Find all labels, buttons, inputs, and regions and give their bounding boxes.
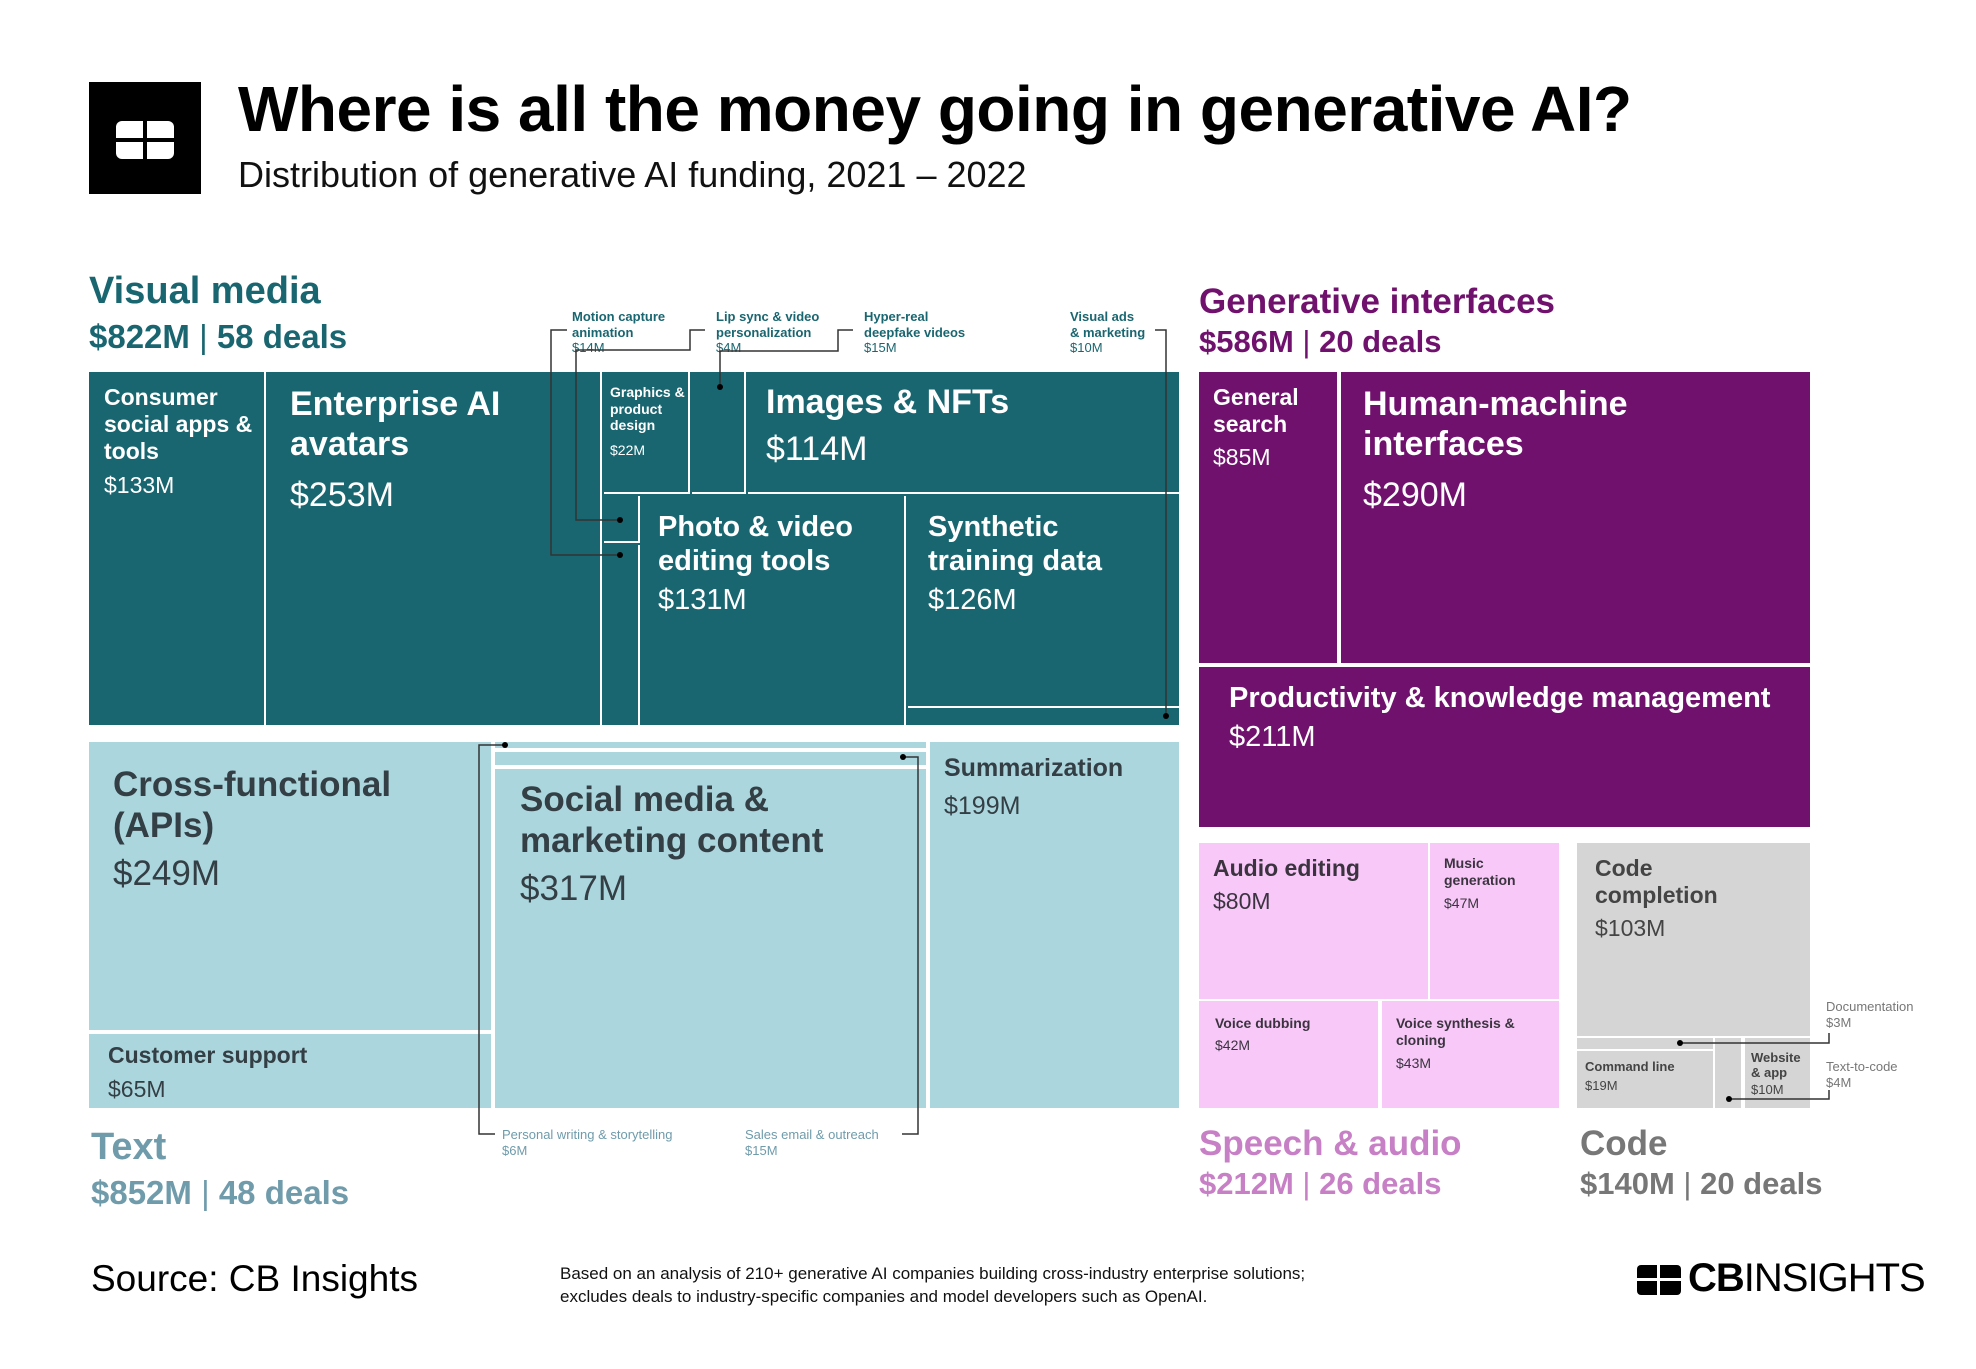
callout-deepfake: Hyper-real deepfake videos $15M [864,309,966,356]
callout-visual-ads: Visual ads & marketing $10M [1070,309,1146,356]
group-total: $852M [91,1174,192,1211]
brand-insights: INSIGHTS [1743,1256,1926,1300]
methodology-note: Based on an analysis of 210+ generative … [560,1264,1306,1306]
tile-text-to-code[interactable] [1715,1038,1743,1108]
tile-hyper-real-deepfake[interactable] [604,496,640,543]
group-deals: 26 deals [1319,1166,1442,1201]
group-stats-speech-audio: $212M | 26 deals [1199,1166,1442,1201]
tile-documentation[interactable] [1577,1038,1715,1051]
group-stats-text: $852M | 48 deals [91,1174,350,1211]
group-deals: 20 deals [1700,1166,1823,1201]
tile-visual-ads-marketing[interactable] [908,710,1179,725]
group-total: $140M [1580,1166,1675,1201]
tile-photo-video-editing[interactable]: Photo & video editing tools $131M [642,496,906,725]
tile-motion-capture[interactable] [604,545,640,725]
cb-insights-wordmark: CBINSIGHTS [1688,1256,1926,1301]
tile-images-nfts[interactable]: Images & NFTs $114M [748,372,1179,494]
callout-lip-sync: Lip sync & video personalization $4M [716,309,820,356]
group-deals: 48 deals [218,1174,350,1211]
tile-sales-email[interactable] [495,752,928,767]
tile-summarization[interactable]: Summarization $199M [930,742,1179,1108]
page-subtitle: Distribution of generative AI funding, 2… [238,154,1027,195]
tile-productivity-knowledge[interactable]: Productivity & knowledge management $211… [1199,667,1810,827]
tile-personal-writing[interactable] [495,742,928,750]
group-title-text: Text [91,1126,167,1168]
cb-insights-logo-icon [116,121,174,159]
tile-consumer-social-apps[interactable]: Consumer social apps & tools $133M [89,372,266,725]
tile-cross-functional-apis[interactable]: Cross-functional (APIs) $249M [89,742,493,1032]
callout-personal-writing: Personal writing & storytelling $6M [502,1127,673,1158]
tile-customer-support[interactable]: Customer support $65M [89,1034,493,1108]
tile-human-machine-interfaces[interactable]: Human-machine interfaces $290M [1341,372,1810,665]
cb-brand-icon [1637,1265,1681,1295]
group-stats-code: $140M | 20 deals [1580,1166,1823,1201]
tile-music-generation[interactable]: Music generation $47M [1430,843,1559,1001]
tile-code-completion[interactable]: Code completion $103M [1577,843,1810,1038]
group-total: $822M [89,318,190,355]
tile-lip-sync[interactable] [692,372,746,494]
tile-social-media-marketing[interactable]: Social media & marketing content $317M [495,769,928,1108]
group-title-generative-interfaces: Generative interfaces [1199,282,1556,321]
tile-synthetic-training-data[interactable]: Synthetic training data $126M [908,496,1179,708]
group-total: $586M [1199,324,1294,359]
group-deals: 58 deals [216,318,348,355]
group-stats-visual-media: $822M | 58 deals [89,318,348,355]
tile-graphics-product-design[interactable]: Graphics & product design $22M [604,372,690,494]
callout-documentation: Documentation $3M [1826,999,1914,1030]
brand-cb: CB [1688,1256,1745,1300]
tile-voice-dubbing[interactable]: Voice dubbing $42M [1199,1001,1380,1108]
tile-voice-synthesis[interactable]: Voice synthesis & cloning $43M [1382,1001,1559,1108]
group-title-visual-media: Visual media [89,270,321,312]
tile-command-line[interactable]: Command line $19M [1577,1051,1715,1108]
group-deals: 20 deals [1319,324,1442,359]
source-text: Source: CB Insights [91,1258,418,1299]
callout-sales-email: Sales email & outreach $15M [745,1127,879,1158]
page-title: Where is all the money going in generati… [238,73,1632,145]
tile-general-search[interactable]: General search $85M [1199,372,1339,665]
group-title-speech-audio: Speech & audio [1199,1124,1462,1163]
group-title-code: Code [1580,1124,1668,1163]
callout-motion-capture: Motion capture animation $14M [572,309,666,356]
tile-website-app[interactable]: Website & app $10M [1745,1038,1810,1108]
tile-enterprise-ai-avatars[interactable]: Enterprise AI avatars $253M [268,372,602,725]
tile-audio-editing[interactable]: Audio editing $80M [1199,843,1430,1001]
callout-text-to-code: Text-to-code $4M [1826,1059,1898,1090]
group-total: $212M [1199,1166,1294,1201]
group-stats-generative-interfaces: $586M | 20 deals [1199,324,1442,359]
